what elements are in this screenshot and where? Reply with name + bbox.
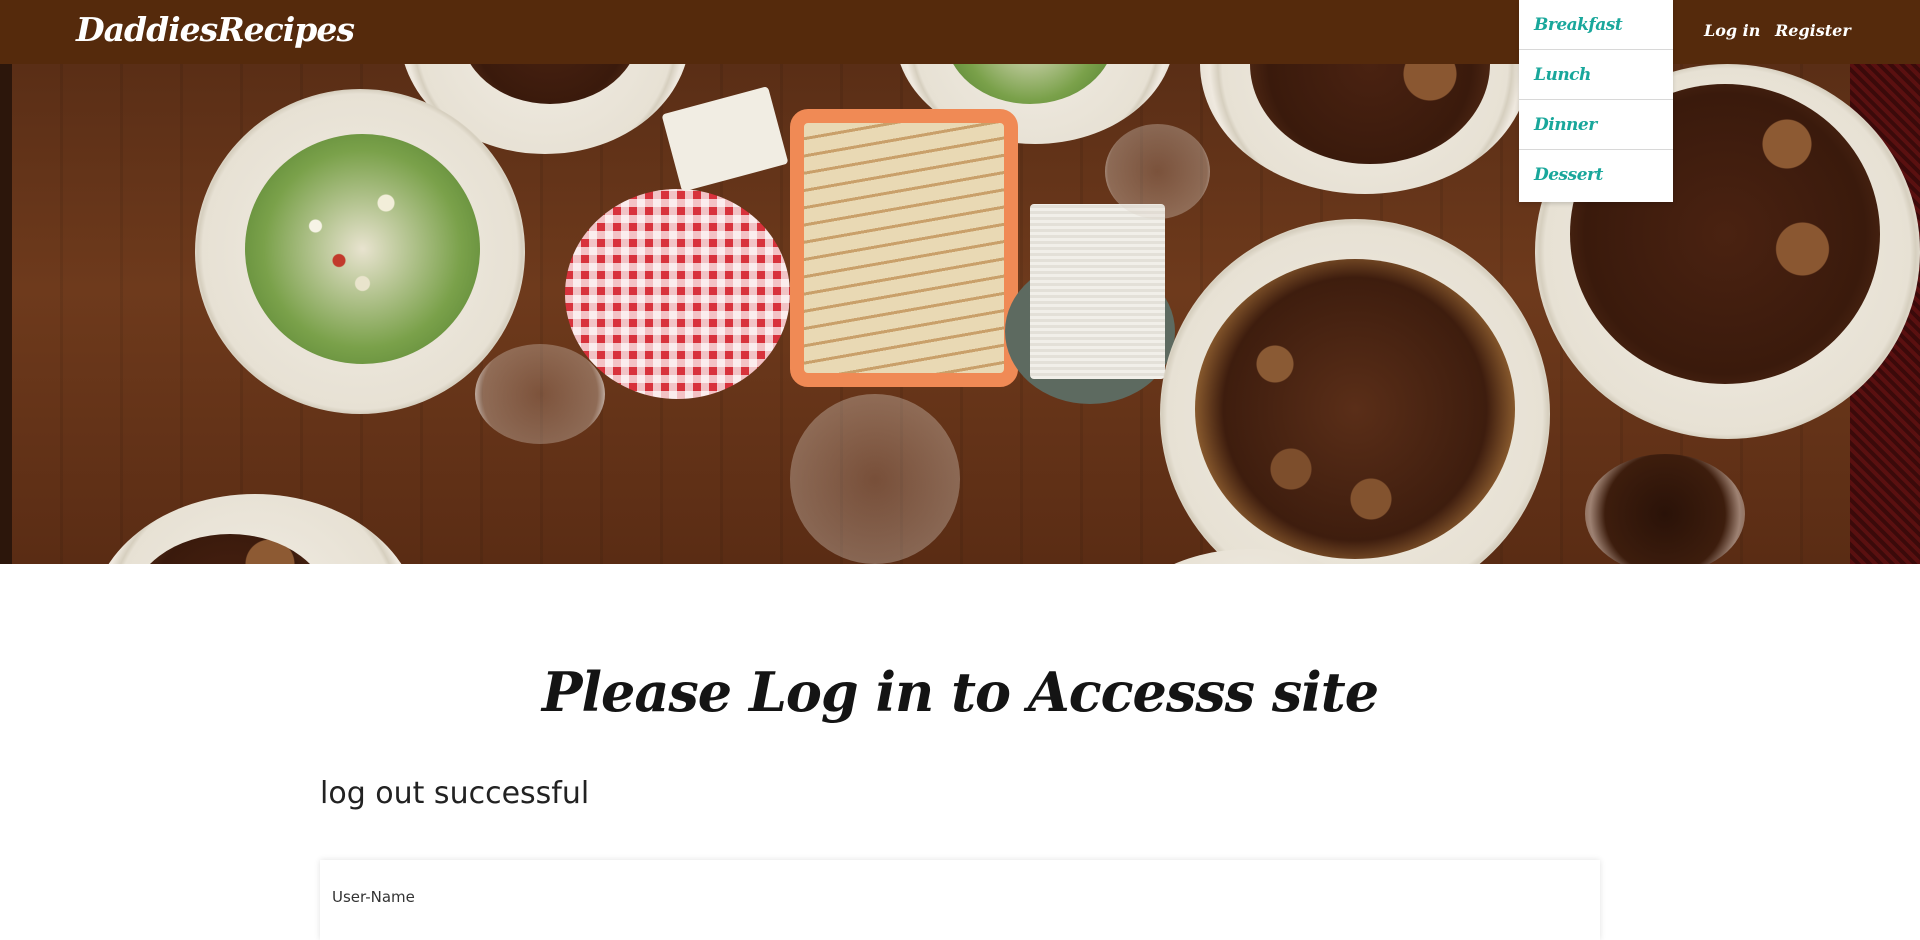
hero-glass [1585, 454, 1745, 564]
hero-plate-food [245, 134, 480, 364]
dropdown-item-lunch[interactable]: Lunch [1519, 50, 1673, 100]
hero-water-jug [790, 394, 960, 564]
hero-glass [1105, 124, 1210, 219]
login-form-card: User-Name [320, 860, 1600, 940]
hero-shadow-edge [0, 64, 12, 564]
page-title: Please Log in to Accesss site [541, 660, 1379, 724]
hero-cutlery-basket [565, 189, 790, 399]
dropdown-item-dessert[interactable]: Dessert [1519, 150, 1673, 202]
hero-napkin [661, 86, 789, 192]
username-field-label: User-Name [332, 888, 415, 906]
login-link[interactable]: Log in [1704, 21, 1760, 40]
hero-napkin-stack [1030, 204, 1165, 379]
register-link[interactable]: Register [1775, 21, 1851, 40]
logout-status-message: log out successful [320, 776, 590, 811]
brand-logo-link[interactable]: DaddiesRecipes [76, 10, 355, 49]
hero-plate-food [1195, 259, 1515, 559]
recipes-dropdown-menu: Breakfast Lunch Dinner Dessert [1519, 0, 1673, 202]
dropdown-item-dinner[interactable]: Dinner [1519, 100, 1673, 150]
dropdown-item-breakfast[interactable]: Breakfast [1519, 0, 1673, 50]
hero-glass [475, 344, 605, 444]
hero-bread-basket [790, 109, 1018, 387]
